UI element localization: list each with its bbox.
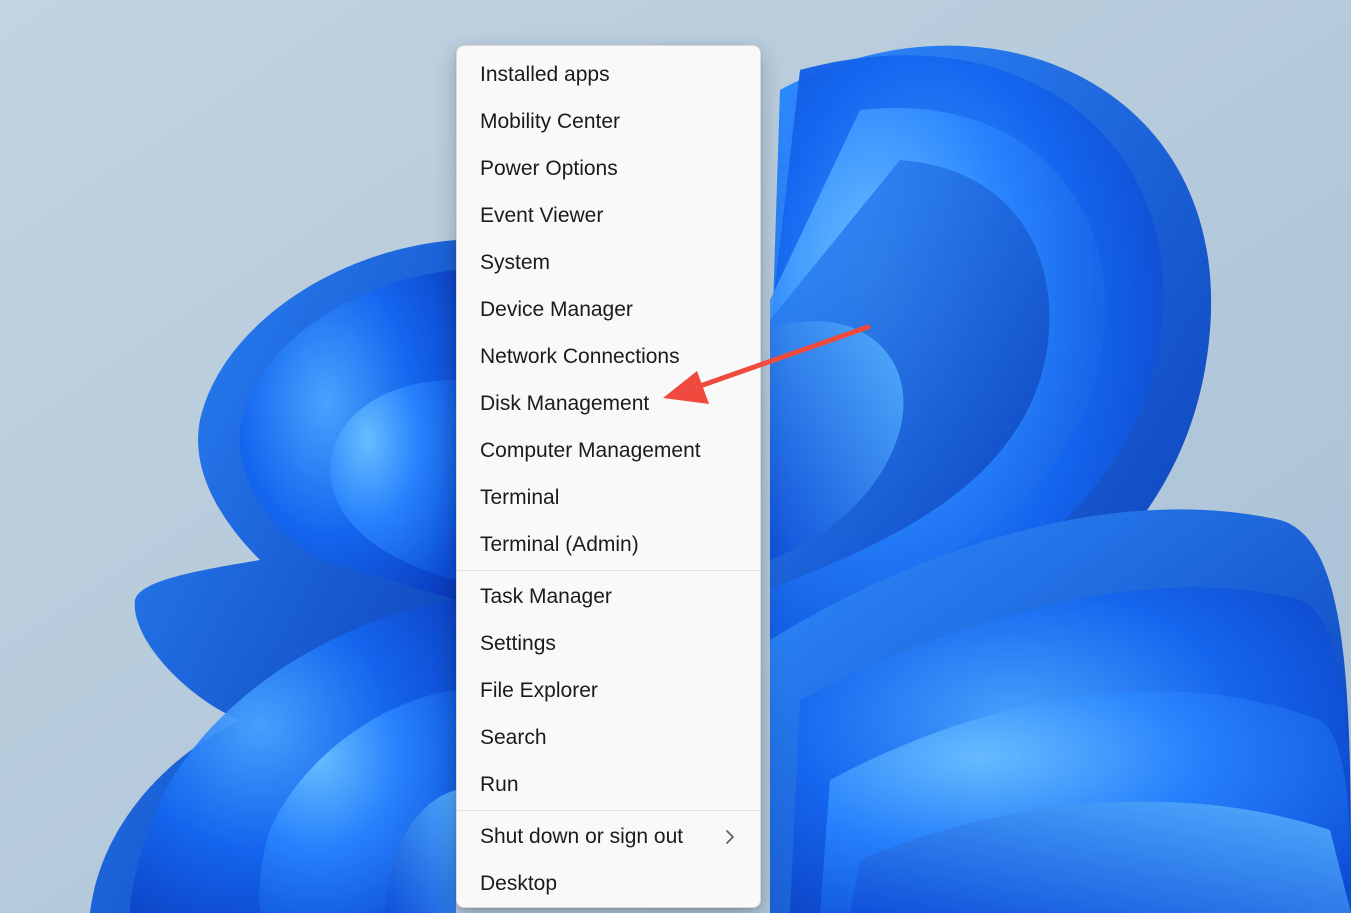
menu-item-label: Terminal (Admin) — [480, 532, 639, 556]
menu-item-run[interactable]: Run — [457, 761, 760, 808]
menu-item-task-manager[interactable]: Task Manager — [457, 573, 760, 620]
menu-item-device-manager[interactable]: Device Manager — [457, 286, 760, 333]
menu-item-label: File Explorer — [480, 678, 598, 702]
menu-group-session: Shut down or sign out Desktop — [457, 813, 760, 907]
menu-item-mobility-center[interactable]: Mobility Center — [457, 98, 760, 145]
menu-item-label: Computer Management — [480, 438, 701, 462]
menu-item-power-options[interactable]: Power Options — [457, 145, 760, 192]
menu-item-network-connections[interactable]: Network Connections — [457, 333, 760, 380]
menu-item-label: Desktop — [480, 871, 558, 895]
menu-item-installed-apps[interactable]: Installed apps — [457, 51, 760, 98]
desktop: Installed apps Mobility Center Power Opt… — [0, 0, 1351, 913]
menu-item-label: Power Options — [480, 156, 618, 180]
menu-item-label: Network Connections — [480, 344, 680, 368]
menu-separator — [457, 570, 760, 571]
winx-context-menu: Installed apps Mobility Center Power Opt… — [456, 45, 761, 908]
menu-group-admin-tools: Installed apps Mobility Center Power Opt… — [457, 51, 760, 568]
menu-item-computer-management[interactable]: Computer Management — [457, 427, 760, 474]
menu-item-label: Disk Management — [480, 391, 650, 415]
menu-item-label: Search — [480, 725, 547, 749]
menu-item-label: Installed apps — [480, 62, 610, 86]
menu-item-shut-down-or-sign-out[interactable]: Shut down or sign out — [457, 813, 760, 860]
menu-separator — [457, 810, 760, 811]
menu-item-search[interactable]: Search — [457, 714, 760, 761]
menu-item-label: Terminal — [480, 485, 560, 509]
menu-item-label: Task Manager — [480, 584, 612, 608]
menu-item-disk-management[interactable]: Disk Management — [457, 380, 760, 427]
menu-item-label: Mobility Center — [480, 109, 621, 133]
menu-item-event-viewer[interactable]: Event Viewer — [457, 192, 760, 239]
menu-item-label: Device Manager — [480, 297, 633, 321]
chevron-right-icon — [726, 829, 734, 844]
menu-item-label: Settings — [480, 631, 556, 655]
menu-item-label: Event Viewer — [480, 203, 604, 227]
menu-item-terminal-admin[interactable]: Terminal (Admin) — [457, 521, 760, 568]
menu-item-label: Run — [480, 772, 519, 796]
menu-item-settings[interactable]: Settings — [457, 620, 760, 667]
menu-group-tools: Task Manager Settings File Explorer Sear… — [457, 573, 760, 808]
menu-item-system[interactable]: System — [457, 239, 760, 286]
menu-item-file-explorer[interactable]: File Explorer — [457, 667, 760, 714]
menu-item-terminal[interactable]: Terminal — [457, 474, 760, 521]
menu-item-label: Shut down or sign out — [480, 824, 684, 848]
menu-item-label: System — [480, 250, 551, 274]
menu-item-desktop[interactable]: Desktop — [457, 860, 760, 907]
